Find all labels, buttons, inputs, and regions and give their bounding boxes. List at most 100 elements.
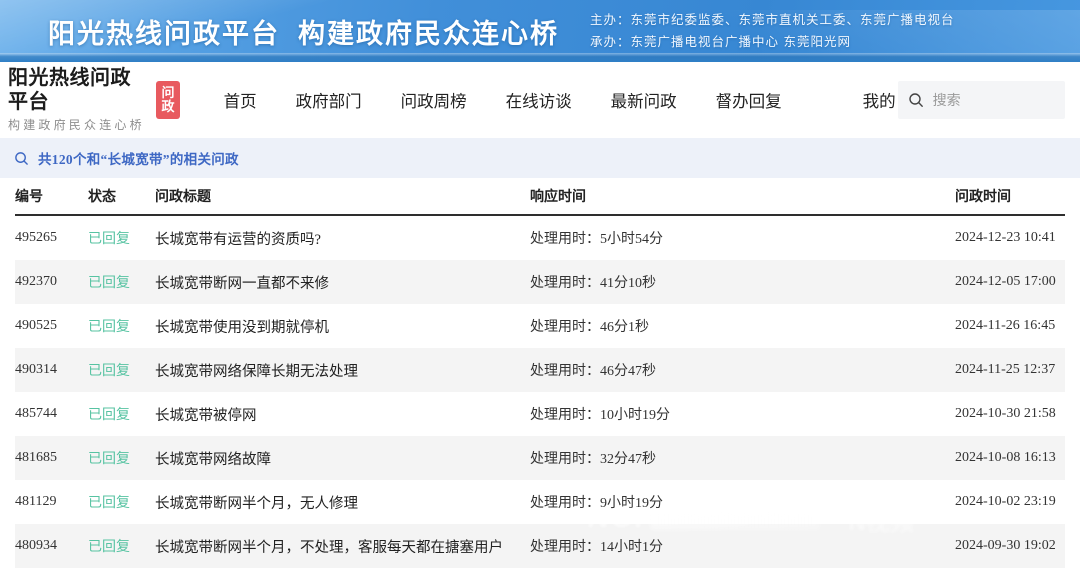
- duration-value: 14小时1分: [600, 540, 663, 555]
- row-id: 490314: [15, 362, 88, 378]
- result-bar: 共120个和“长城宽带”的相关问政: [0, 138, 1080, 178]
- duration-value: 41分10秒: [600, 276, 656, 291]
- logo-subtitle: 构建政府民众连心桥: [8, 116, 149, 134]
- row-id: 485744: [15, 406, 88, 422]
- banner-organizer-line: 承办：东莞广播电视台广播中心 东莞阳光网: [590, 31, 955, 53]
- row-response-duration: 处理用时：46分1秒: [530, 316, 955, 336]
- row-petition-time: 2024-11-25 12:37: [955, 362, 1065, 378]
- duration-value: 9小时19分: [600, 496, 663, 511]
- row-status-badge: 已回复: [88, 536, 155, 556]
- page: 阳光热线问政平台构建政府民众连心桥 主办：东莞市纪委监委、东莞市直机关工委、东莞…: [0, 0, 1080, 577]
- logo-text: 阳光热线问政平台 构建政府民众连心桥: [8, 66, 149, 134]
- top-banner: 阳光热线问政平台构建政府民众连心桥 主办：东莞市纪委监委、东莞市直机关工委、东莞…: [0, 0, 1080, 62]
- row-response-duration: 处理用时：46分47秒: [530, 360, 955, 380]
- row-petition-time: 2024-12-23 10:41: [955, 230, 1065, 246]
- table-row[interactable]: 490525 已回复 长城宽带使用没到期就停机 处理用时：46分1秒 2024-…: [15, 304, 1065, 348]
- duration-label: 处理用时：: [530, 540, 600, 555]
- duration-value: 46分47秒: [600, 364, 656, 379]
- duration-value: 5小时54分: [600, 232, 663, 247]
- row-petition-time: 2024-12-05 17:00: [955, 274, 1065, 290]
- banner-title: 阳光热线问政平台构建政府民众连心桥: [48, 12, 559, 51]
- search-input[interactable]: 搜索: [898, 81, 1065, 119]
- duration-label: 处理用时：: [530, 232, 600, 247]
- search-placeholder: 搜索: [933, 90, 961, 110]
- duration-value: 10小时19分: [600, 408, 670, 423]
- menu-item-6[interactable]: 督办回复: [714, 82, 784, 118]
- nav-bar: 阳光热线问政平台 构建政府民众连心桥 问 政 首页政府部门问政周榜在线访谈最新问…: [0, 62, 1080, 138]
- row-petition-title[interactable]: 长城宽带网络故障: [155, 448, 530, 469]
- row-status-badge: 已回复: [88, 228, 155, 248]
- col-header-response: 响应时间: [530, 186, 955, 206]
- row-status-badge: 已回复: [88, 316, 155, 336]
- row-status-badge: 已回复: [88, 272, 155, 292]
- col-header-id: 编号: [15, 186, 88, 206]
- row-petition-title[interactable]: 长城宽带被停网: [155, 404, 530, 425]
- table-row[interactable]: 481685 已回复 长城宽带网络故障 处理用时：32分47秒 2024-10-…: [15, 436, 1065, 480]
- row-response-duration: 处理用时：5小时54分: [530, 228, 955, 248]
- row-id: 481685: [15, 450, 88, 466]
- duration-value: 46分1秒: [600, 320, 649, 335]
- row-petition-title[interactable]: 长城宽带使用没到期就停机: [155, 316, 530, 337]
- row-response-duration: 处理用时：9小时19分: [530, 492, 955, 512]
- row-petition-time: 2024-11-26 16:45: [955, 318, 1065, 334]
- row-response-duration: 处理用时：10小时19分: [530, 404, 955, 424]
- logo-badge-wenzheng: 问 政: [156, 81, 179, 119]
- table-row[interactable]: 485744 已回复 长城宽带被停网 处理用时：10小时19分 2024-10-…: [15, 392, 1065, 436]
- menu-item-4[interactable]: 在线访谈: [504, 82, 574, 118]
- duration-label: 处理用时：: [530, 496, 600, 511]
- row-id: 481129: [15, 494, 88, 510]
- row-response-duration: 处理用时：14小时1分: [530, 536, 955, 556]
- result-count-text: 共120个和“长城宽带”的相关问政: [38, 148, 239, 168]
- row-id: 495265: [15, 230, 88, 246]
- duration-value: 32分47秒: [600, 452, 656, 467]
- menu-item-5[interactable]: 最新问政: [609, 82, 679, 118]
- site-logo[interactable]: 阳光热线问政平台 构建政府民众连心桥 问 政: [8, 66, 180, 134]
- logo-badge-char2: 政: [161, 100, 174, 115]
- row-petition-time: 2024-10-30 21:58: [955, 406, 1065, 422]
- row-petition-title[interactable]: 长城宽带有运营的资质吗?: [155, 228, 530, 249]
- row-id: 490525: [15, 318, 88, 334]
- table-row[interactable]: 492370 已回复 长城宽带断网一直都不来修 处理用时：41分10秒 2024…: [15, 260, 1065, 304]
- search-icon: [908, 92, 924, 108]
- banner-slogan: 构建政府民众连心桥: [298, 19, 559, 49]
- menu-item-2[interactable]: 政府部门: [294, 82, 364, 118]
- petition-table: 编号 状态 问政标题 响应时间 问政时间 495265 已回复 长城宽带有运营的…: [0, 178, 1080, 568]
- menu-item-3[interactable]: 问政周榜: [399, 82, 469, 118]
- menu-item-7[interactable]: 我的: [861, 82, 898, 118]
- logo-title: 阳光热线问政平台: [8, 66, 149, 114]
- row-status-badge: 已回复: [88, 448, 155, 468]
- banner-title-main: 阳光热线问政平台: [48, 19, 280, 49]
- row-status-badge: 已回复: [88, 492, 155, 512]
- main-menu: 首页政府部门问政周榜在线访谈最新问政督办回复 我的: [222, 82, 898, 118]
- row-petition-time: 2024-10-08 16:13: [955, 450, 1065, 466]
- row-id: 480934: [15, 538, 88, 554]
- row-status-badge: 已回复: [88, 404, 155, 424]
- table-row[interactable]: 490314 已回复 长城宽带网络保障长期无法处理 处理用时：46分47秒 20…: [15, 348, 1065, 392]
- col-header-title: 问政标题: [155, 186, 530, 206]
- table-body: 495265 已回复 长城宽带有运营的资质吗? 处理用时：5小时54分 2024…: [15, 216, 1065, 568]
- row-status-badge: 已回复: [88, 360, 155, 380]
- menu-item-1[interactable]: 首页: [222, 82, 259, 118]
- duration-label: 处理用时：: [530, 364, 600, 379]
- logo-badge-char1: 问: [161, 86, 174, 101]
- table-row[interactable]: 480934 已回复 长城宽带断网半个月，不处理，客服每天都在搪塞用户 处理用时…: [15, 524, 1065, 568]
- row-petition-title[interactable]: 长城宽带断网半个月，不处理，客服每天都在搪塞用户: [155, 536, 530, 557]
- col-header-status: 状态: [88, 186, 155, 206]
- row-petition-title[interactable]: 长城宽带断网一直都不来修: [155, 272, 530, 293]
- table-row[interactable]: 481129 已回复 长城宽带断网半个月，无人修理 处理用时：9小时19分 20…: [15, 480, 1065, 524]
- row-petition-title[interactable]: 长城宽带网络保障长期无法处理: [155, 360, 530, 381]
- banner-hosts: 主办：东莞市纪委监委、东莞市直机关工委、东莞广播电视台 承办：东莞广播电视台广播…: [590, 9, 955, 53]
- table-row[interactable]: 495265 已回复 长城宽带有运营的资质吗? 处理用时：5小时54分 2024…: [15, 216, 1065, 260]
- row-id: 492370: [15, 274, 88, 290]
- col-header-time: 问政时间: [955, 186, 1065, 206]
- duration-label: 处理用时：: [530, 408, 600, 423]
- row-response-duration: 处理用时：41分10秒: [530, 272, 955, 292]
- result-search-icon: [14, 151, 29, 166]
- row-petition-time: 2024-09-30 19:02: [955, 538, 1065, 554]
- duration-label: 处理用时：: [530, 276, 600, 291]
- row-petition-title[interactable]: 长城宽带断网半个月，无人修理: [155, 492, 530, 513]
- row-petition-time: 2024-10-02 23:19: [955, 494, 1065, 510]
- row-response-duration: 处理用时：32分47秒: [530, 448, 955, 468]
- duration-label: 处理用时：: [530, 320, 600, 335]
- banner-host-line: 主办：东莞市纪委监委、东莞市直机关工委、东莞广播电视台: [590, 9, 955, 31]
